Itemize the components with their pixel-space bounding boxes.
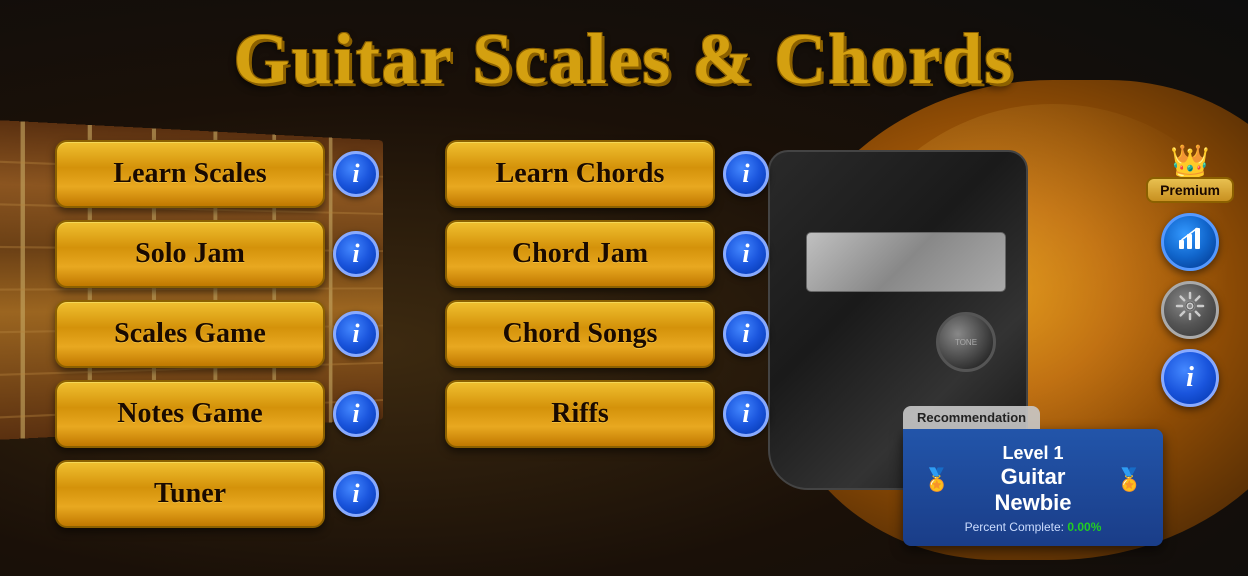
info-button[interactable]: i: [1161, 349, 1219, 407]
laurel-left-icon: 🏅: [923, 467, 950, 493]
crown-icon: 👑: [1170, 145, 1210, 177]
learn-chords-wrap: Learn Chords i: [445, 140, 765, 208]
chord-songs-wrap: Chord Songs i: [445, 300, 765, 368]
learn-chords-button[interactable]: Learn Chords: [445, 140, 715, 208]
percent-value: 0.00%: [1067, 520, 1101, 534]
level-number: Level 1: [960, 443, 1105, 464]
riffs-info-badge[interactable]: i: [723, 391, 769, 437]
guitar-pickup: [806, 232, 1006, 292]
scales-game-info-badge[interactable]: i: [333, 311, 379, 357]
chord-jam-wrap: Chord Jam i: [445, 220, 765, 288]
gear-icon: [1175, 291, 1205, 329]
info-large-icon: i: [1186, 362, 1194, 394]
solo-jam-wrap: Solo Jam i: [55, 220, 375, 288]
tuner-wrap: Tuner i: [55, 460, 375, 528]
tuner-button[interactable]: Tuner: [55, 460, 325, 528]
info-icon: i: [352, 159, 359, 189]
learn-scales-info-badge[interactable]: i: [333, 151, 379, 197]
riffs-wrap: Riffs i: [445, 380, 765, 448]
right-panel: 👑 Premium: [1146, 145, 1234, 407]
notes-game-button[interactable]: Notes Game: [55, 380, 325, 448]
solo-jam-button[interactable]: Solo Jam: [55, 220, 325, 288]
riffs-button[interactable]: Riffs: [445, 380, 715, 448]
chord-jam-button[interactable]: Chord Jam: [445, 220, 715, 288]
chord-songs-info-badge[interactable]: i: [723, 311, 769, 357]
premium-label: Premium: [1146, 177, 1234, 203]
chord-jam-info-badge[interactable]: i: [723, 231, 769, 277]
info-icon: i: [742, 319, 749, 349]
info-icon: i: [352, 399, 359, 429]
info-icon: i: [742, 159, 749, 189]
level-name: Guitar Newbie: [960, 464, 1105, 516]
info-icon: i: [352, 479, 359, 509]
notes-game-info-badge[interactable]: i: [333, 391, 379, 437]
info-icon: i: [352, 319, 359, 349]
info-icon: i: [352, 239, 359, 269]
level-card-area: Recommendation 🏅 Level 1 Guitar Newbie 🏅…: [903, 406, 1163, 546]
chart-icon: [1176, 224, 1204, 260]
learn-scales-button[interactable]: Learn Scales: [55, 140, 325, 208]
tuner-info-badge[interactable]: i: [333, 471, 379, 517]
scales-game-wrap: Scales Game i: [55, 300, 375, 368]
menu-grid: Learn Scales i Learn Chords i Solo Jam i…: [55, 140, 765, 528]
level-title-row: 🏅 Level 1 Guitar Newbie 🏅: [923, 443, 1143, 516]
percent-complete-label: Percent Complete: 0.00%: [965, 520, 1102, 534]
scales-game-button[interactable]: Scales Game: [55, 300, 325, 368]
learn-chords-info-badge[interactable]: i: [723, 151, 769, 197]
solo-jam-info-badge[interactable]: i: [333, 231, 379, 277]
level-text: Level 1 Guitar Newbie: [960, 443, 1105, 516]
level-card[interactable]: 🏅 Level 1 Guitar Newbie 🏅 Percent Comple…: [903, 429, 1163, 546]
laurel-right-icon: 🏅: [1116, 467, 1143, 493]
recommendation-label: Recommendation: [903, 406, 1040, 429]
tone-knob: TONE: [936, 312, 996, 372]
notes-game-wrap: Notes Game i: [55, 380, 375, 448]
info-icon: i: [742, 239, 749, 269]
learn-scales-wrap: Learn Scales i: [55, 140, 375, 208]
info-icon: i: [742, 399, 749, 429]
chord-songs-button[interactable]: Chord Songs: [445, 300, 715, 368]
premium-button[interactable]: 👑 Premium: [1146, 145, 1234, 203]
stats-button[interactable]: [1161, 213, 1219, 271]
settings-button[interactable]: [1161, 281, 1219, 339]
app-title: Guitar Scales & Chords: [0, 18, 1248, 101]
